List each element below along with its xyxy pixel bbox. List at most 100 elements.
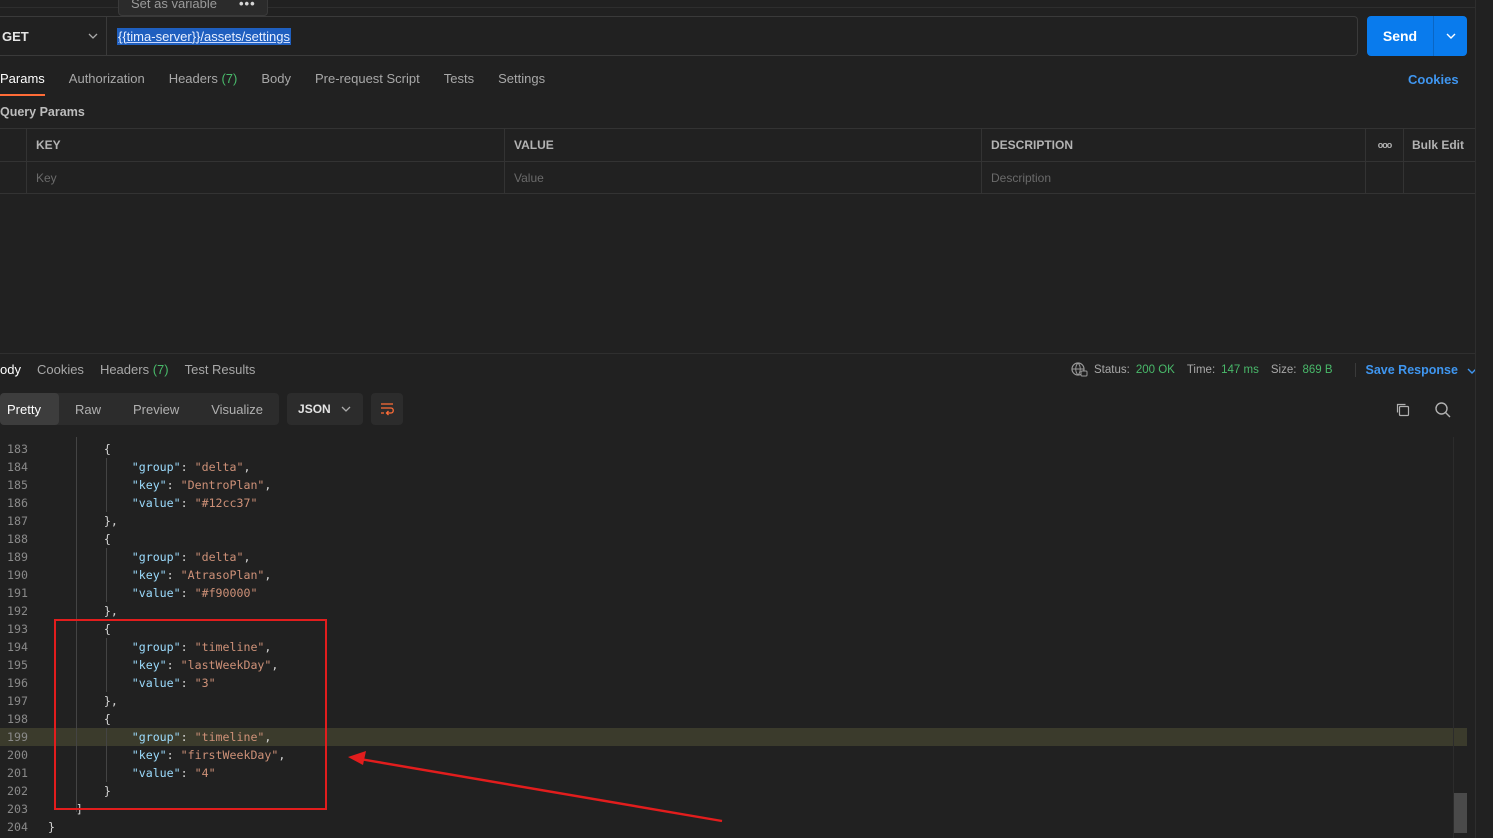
tab-headers-label: Headers xyxy=(168,71,218,86)
json-punctuation: }, xyxy=(103,514,118,528)
tab-test-results[interactable]: Test Results xyxy=(185,362,256,377)
code-line[interactable]: 204} xyxy=(0,818,1467,836)
column-options-button[interactable]: ooo xyxy=(1366,129,1404,161)
line-number: 197 xyxy=(7,694,28,708)
method-label: GET xyxy=(2,28,29,44)
tab-settings[interactable]: Settings xyxy=(498,68,545,96)
tab-response-headers[interactable]: Headers (7) xyxy=(100,362,169,377)
json-string: "delta" xyxy=(194,460,244,474)
tab-headers[interactable]: Headers (7) xyxy=(169,68,238,96)
code-line[interactable]: 192 }, xyxy=(0,602,1467,620)
query-params-table: KEY VALUE DESCRIPTION ooo Bulk Edit Key … xyxy=(0,128,1475,194)
line-number: 203 xyxy=(7,802,28,816)
tab-pre-request-script[interactable]: Pre-request Script xyxy=(315,68,420,96)
json-key: "value" xyxy=(131,586,181,600)
json-string: "AtrasoPlan" xyxy=(180,568,265,582)
line-number: 190 xyxy=(7,568,28,582)
response-divider[interactable] xyxy=(0,353,1475,354)
set-as-variable-label[interactable]: Set as variable xyxy=(131,0,217,11)
save-response-button[interactable]: Save Response xyxy=(1354,362,1478,377)
bulk-edit-button[interactable]: Bulk Edit xyxy=(1404,129,1475,161)
chevron-down-icon xyxy=(88,33,98,39)
row-checkbox[interactable] xyxy=(0,162,27,193)
row-checkbox-column xyxy=(0,129,27,161)
json-punctuation: : xyxy=(180,586,195,600)
response-status-bar: Status: 200 OK Time: 147 ms Size: 869 B … xyxy=(1071,362,1477,377)
size-value[interactable]: 869 B xyxy=(1302,364,1332,376)
view-pretty-button[interactable]: Pretty xyxy=(0,393,59,425)
status-value[interactable]: 200 OK xyxy=(1136,364,1175,376)
globe-icon[interactable] xyxy=(1071,362,1088,377)
send-button[interactable]: Send xyxy=(1367,16,1434,56)
tab-tests[interactable]: Tests xyxy=(444,68,474,96)
url-text[interactable]: {{tima-server}}/assets/settings xyxy=(117,27,291,45)
cookies-link[interactable]: Cookies xyxy=(1408,72,1459,87)
chevron-down-icon xyxy=(341,406,351,412)
status-label: Status: xyxy=(1094,363,1130,376)
tab-body[interactable]: Body xyxy=(261,68,291,96)
headers-count: (7) xyxy=(221,71,238,86)
save-response-label: Save Response xyxy=(1365,362,1458,377)
line-number: 198 xyxy=(7,712,28,726)
code-line[interactable]: 190 "key": "AtrasoPlan", xyxy=(0,566,1467,584)
view-preview-button[interactable]: Preview xyxy=(117,393,195,425)
send-options-button[interactable] xyxy=(1434,16,1467,56)
code-line[interactable]: 191 "value": "#f90000" xyxy=(0,584,1467,602)
code-line[interactable]: 188 { xyxy=(0,530,1467,548)
response-view-toolbar: Pretty Raw Preview Visualize JSON xyxy=(0,393,404,425)
description-column-header: DESCRIPTION xyxy=(982,129,1366,161)
json-key: "value" xyxy=(131,496,181,510)
line-content: "group": "delta", xyxy=(48,548,251,566)
view-raw-button[interactable]: Raw xyxy=(59,393,117,425)
code-line[interactable]: 183 { xyxy=(0,440,1467,458)
view-mode-group: Pretty Raw Preview Visualize xyxy=(0,393,280,425)
indent-guide xyxy=(106,548,107,602)
line-number: 183 xyxy=(7,442,28,456)
json-punctuation: : xyxy=(166,478,181,492)
code-line[interactable]: 186 "value": "#12cc37" xyxy=(0,494,1467,512)
json-punctuation: { xyxy=(103,532,111,546)
wrap-lines-button[interactable] xyxy=(371,393,404,425)
line-content: "key": "AtrasoPlan", xyxy=(48,566,272,584)
tab-response-body[interactable]: ody xyxy=(0,362,21,377)
line-number: 193 xyxy=(7,622,28,636)
editor-scrollbar-track[interactable] xyxy=(1453,437,1467,838)
line-number: 191 xyxy=(7,586,28,600)
json-string: "delta" xyxy=(194,550,244,564)
tab-params[interactable]: Params xyxy=(0,68,45,96)
json-punctuation: { xyxy=(103,442,111,456)
format-select[interactable]: JSON xyxy=(287,393,364,425)
view-visualize-button[interactable]: Visualize xyxy=(195,393,279,425)
editor-scrollbar-thumb[interactable] xyxy=(1454,793,1467,833)
code-line[interactable]: 189 "group": "delta", xyxy=(0,548,1467,566)
annotation-highlight-box xyxy=(54,619,327,810)
time-value[interactable]: 147 ms xyxy=(1221,364,1259,376)
json-punctuation: : xyxy=(180,550,195,564)
line-content: }, xyxy=(48,512,118,530)
json-punctuation: , xyxy=(264,568,272,582)
line-number: 184 xyxy=(7,460,28,474)
method-select[interactable]: GET xyxy=(0,17,107,55)
line-number: 185 xyxy=(7,478,28,492)
time-label: Time: xyxy=(1186,363,1216,376)
request-tabs: Params Authorization Headers (7) Body Pr… xyxy=(0,68,545,96)
json-punctuation: , xyxy=(243,550,251,564)
tab-authorization[interactable]: Authorization xyxy=(69,68,145,96)
tab-response-cookies[interactable]: Cookies xyxy=(37,362,84,377)
key-input[interactable]: Key xyxy=(27,162,505,193)
code-line[interactable]: 184 "group": "delta", xyxy=(0,458,1467,476)
url-input[interactable]: {{tima-server}}/assets/settings xyxy=(107,17,1357,55)
value-input[interactable]: Value xyxy=(505,162,982,193)
json-string: "#12cc37" xyxy=(194,496,258,510)
json-punctuation: }, xyxy=(103,604,118,618)
copy-icon[interactable] xyxy=(1395,402,1411,418)
set-as-variable-tooltip[interactable]: Set as variable ••• xyxy=(118,0,268,16)
description-input[interactable]: Description xyxy=(982,162,1366,193)
code-line[interactable]: 187 }, xyxy=(0,512,1467,530)
line-number: 192 xyxy=(7,604,28,618)
search-icon[interactable] xyxy=(1434,401,1452,419)
more-options-icon[interactable]: ••• xyxy=(239,0,256,11)
code-line[interactable]: 185 "key": "DentroPlan", xyxy=(0,476,1467,494)
